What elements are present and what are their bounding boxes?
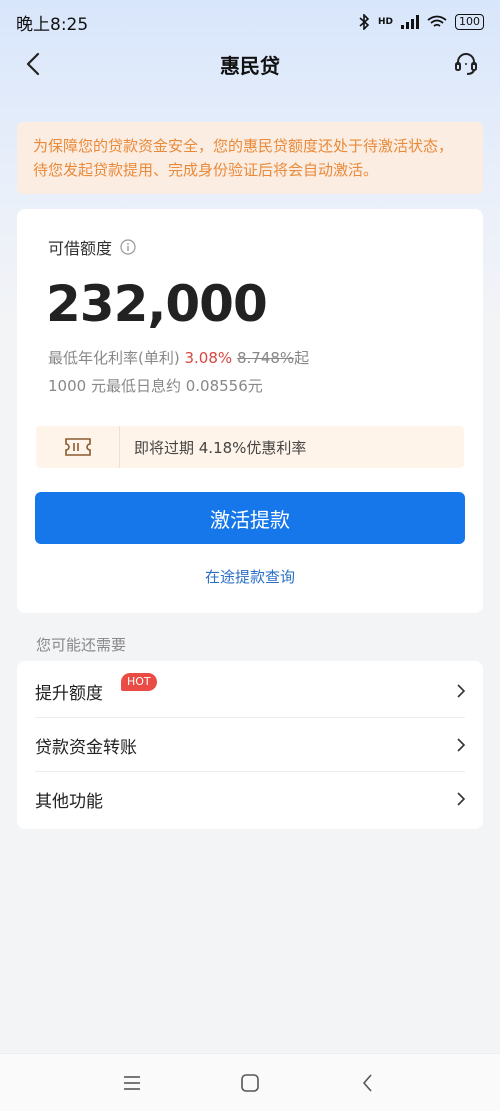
credit-card: 可借额度 232,000 最低年化利率(单利) 3.08% 8.748%起 10… — [17, 209, 483, 613]
wifi-icon — [427, 15, 447, 27]
list-item-label: 贷款资金转账 — [35, 737, 137, 758]
list-item-loan-transfer[interactable]: 贷款资金转账 — [17, 718, 483, 772]
promo-icon-box — [36, 426, 120, 468]
back-arrow-icon[interactable] — [22, 50, 46, 78]
status-bar: 晚上8:25 HD 100 — [0, 0, 500, 44]
rate-line: 最低年化利率(单利) 3.08% 8.748%起 — [48, 347, 309, 368]
daily-interest-text: 1000 元最低日息约 0.08556元 — [48, 377, 263, 395]
nav-bar: 惠民贷 — [0, 44, 500, 84]
more-list: 提升额度 HOT 贷款资金转账 其他功能 — [17, 661, 483, 829]
list-item-label: 其他功能 — [35, 791, 103, 812]
system-nav-bar — [0, 1053, 500, 1111]
chevron-right-icon — [457, 792, 466, 806]
list-item-raise-limit[interactable]: 提升额度 HOT — [17, 664, 483, 718]
activate-withdraw-button[interactable]: 激活提款 — [35, 492, 465, 544]
status-icons: HD 100 — [358, 14, 484, 30]
rate-suffix: 起 — [294, 349, 310, 367]
list-item-label: 提升额度 — [35, 683, 103, 704]
bluetooth-icon — [359, 14, 370, 30]
notice-text: 为保障您的贷款资金安全，您的惠民贷额度还处于待激活状态，待您发起贷款提用、完成身… — [33, 137, 454, 179]
more-section-title: 您可能还需要 — [36, 636, 127, 654]
pending-withdraw-query-link[interactable]: 在途提款查询 — [17, 566, 483, 587]
network-label: HD — [377, 17, 393, 27]
credit-label-row: 可借额度 — [48, 235, 136, 259]
back-icon[interactable] — [357, 1072, 379, 1094]
activation-notice: 为保障您的贷款资金安全，您的惠民贷额度还处于待激活状态，待您发起贷款提用、完成身… — [17, 122, 483, 194]
info-icon[interactable] — [120, 239, 136, 255]
hot-badge: HOT — [121, 673, 157, 691]
promo-text: 即将过期 4.18%优惠利率 — [134, 438, 307, 457]
list-item-other-functions[interactable]: 其他功能 — [17, 772, 483, 826]
menu-icon[interactable] — [121, 1072, 143, 1094]
rate-current: 3.08% — [184, 349, 233, 367]
credit-amount: 232,000 — [46, 275, 268, 333]
chevron-right-icon — [457, 684, 466, 698]
coupon-ticket-icon — [64, 438, 91, 456]
status-time: 晚上8:25 — [16, 14, 89, 35]
chevron-right-icon — [457, 738, 466, 752]
rate-old: 8.748% — [236, 349, 295, 367]
customer-service-icon[interactable] — [452, 50, 480, 78]
home-icon[interactable] — [239, 1072, 261, 1094]
battery-icon: 100 — [455, 14, 484, 30]
signal-icon — [401, 15, 419, 29]
page-title: 惠民贷 — [220, 53, 280, 78]
credit-label: 可借额度 — [48, 239, 113, 258]
rate-prefix: 最低年化利率(单利) — [48, 349, 180, 367]
promo-banner[interactable]: 即将过期 4.18%优惠利率 — [36, 426, 464, 468]
